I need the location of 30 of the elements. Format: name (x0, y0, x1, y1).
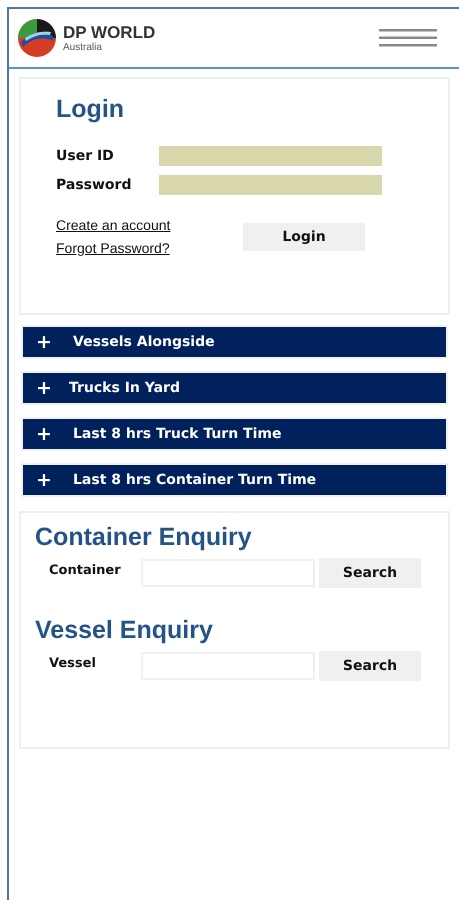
field-label: Container (48, 562, 122, 578)
menu-icon[interactable] (379, 29, 437, 47)
section-title: Vessel Enquiry (35, 616, 214, 645)
plus-icon: + (35, 423, 53, 445)
accordion-label: Vessels Alongside (73, 334, 215, 350)
accordion-bar[interactable]: + Last 8 hrs Truck Turn Time (21, 417, 448, 451)
accordion-label: Last 8 hrs Container Turn Time (73, 472, 316, 488)
plus-icon: + (35, 331, 53, 353)
input-field[interactable] (159, 175, 382, 195)
field-label: User ID (56, 148, 115, 164)
accordion-bar[interactable]: + Trucks In Yard (21, 371, 448, 405)
field-label: Vessel (48, 655, 97, 671)
section-title: Container Enquiry (35, 523, 253, 552)
plus-icon: + (35, 377, 53, 399)
brand-subtitle: Australia (63, 42, 103, 52)
search-button[interactable]: Search (319, 651, 421, 681)
accordion-bar[interactable]: + Last 8 hrs Container Turn Time (21, 463, 448, 497)
search-button[interactable]: Search (319, 558, 421, 588)
brand-name: DP WORLD (63, 24, 156, 40)
text-link[interactable]: Create an account (56, 217, 243, 233)
logo-icon (17, 18, 57, 58)
input-field[interactable] (159, 146, 382, 166)
login-title: Login (56, 95, 126, 124)
accordion-label: Last 8 hrs Truck Turn Time (73, 426, 282, 442)
text-link[interactable]: Forgot Password? (56, 240, 243, 256)
plus-icon: + (35, 469, 53, 491)
accordion-bar[interactable]: + Vessels Alongside (21, 325, 448, 359)
accordion-label: Trucks In Yard (69, 380, 180, 396)
field-label: Password (56, 177, 132, 193)
login-button[interactable]: Login (243, 222, 365, 250)
